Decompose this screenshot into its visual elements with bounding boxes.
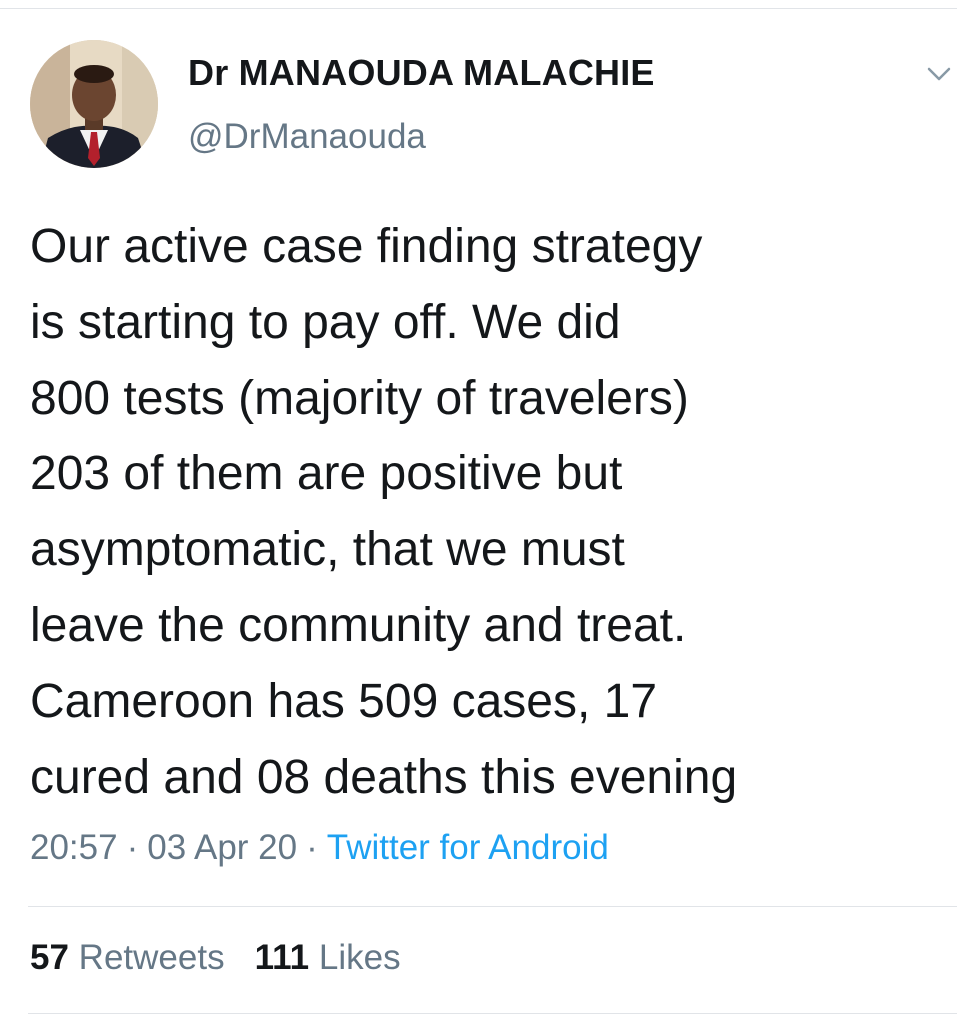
tweet-meta: 20:57 · 03 Apr 20 · Twitter for Android xyxy=(30,828,609,868)
tweet-text-line: cured and 08 deaths this evening xyxy=(30,750,738,804)
retweets-label: Retweets xyxy=(78,938,225,977)
avatar-photo xyxy=(30,40,158,168)
likes-label: Likes xyxy=(318,938,401,977)
top-divider xyxy=(0,8,957,9)
tweet-text: Our active case finding strategy is star… xyxy=(30,209,930,815)
likes-stat[interactable]: 111 Likes xyxy=(255,938,401,978)
stats-bottom-divider xyxy=(28,1013,957,1014)
tweet-text-line: asymptomatic, that we must xyxy=(30,523,625,577)
tweet-text-line: is starting to pay off. We did xyxy=(30,295,621,349)
retweets-stat[interactable]: 57 Retweets xyxy=(30,938,225,978)
chevron-down-icon[interactable] xyxy=(926,64,952,84)
tweet-text-line: Our active case finding strategy xyxy=(30,220,703,273)
tweet-time[interactable]: 20:57 xyxy=(30,828,118,867)
meta-separator: · xyxy=(306,828,318,867)
tweet-date[interactable]: 03 Apr 20 xyxy=(147,828,297,867)
stats-top-divider xyxy=(28,906,957,907)
tweet-text-line: 203 of them are positive but xyxy=(30,447,623,501)
meta-separator: · xyxy=(126,828,139,867)
retweets-count: 57 xyxy=(30,938,69,977)
tweet-stats: 57 Retweets 111 Likes xyxy=(30,938,401,978)
likes-count: 111 xyxy=(254,938,310,977)
author-handle[interactable]: @DrManaouda xyxy=(188,117,426,157)
tweet-text-line: Cameroon has 509 cases, 17 xyxy=(30,674,658,728)
tweet-text-line: leave the community and treat. xyxy=(30,598,687,652)
tweet-source-link[interactable]: Twitter for Android xyxy=(327,828,609,867)
tweet-text-line: 800 tests (majority of travelers) xyxy=(30,371,689,425)
avatar[interactable] xyxy=(30,40,158,168)
author-display-name[interactable]: Dr MANAOUDA MALACHIE xyxy=(188,52,655,94)
